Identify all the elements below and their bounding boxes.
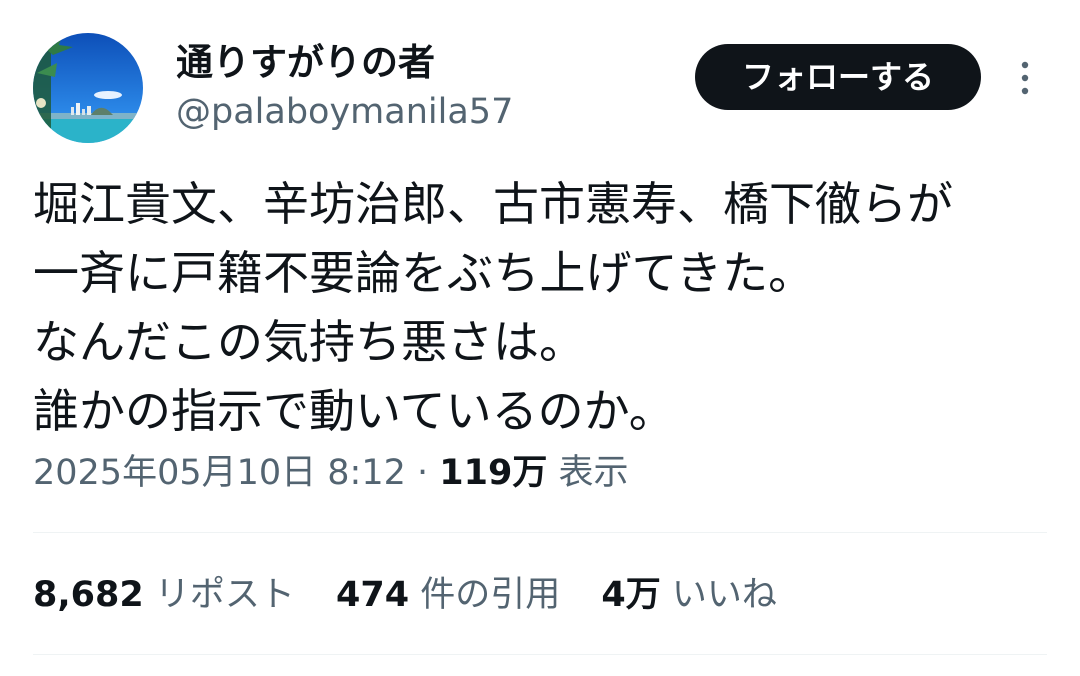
- divider: [33, 532, 1047, 533]
- reposts-label: リポスト: [154, 575, 295, 615]
- divider: [33, 654, 1047, 655]
- views-count: 119万: [439, 453, 548, 493]
- tweet-text: 堀江貴文、辛坊治郎、古市憲寿、橋下徹らが 一斉に戸籍不要論をぶち上げてきた。 な…: [33, 170, 1053, 446]
- engagement-stats: 8,682 リポスト 474 件の引用 4万 いいね: [33, 570, 807, 620]
- more-vertical-icon[interactable]: [1013, 58, 1037, 98]
- beach-skyline-avatar-icon: [33, 33, 143, 143]
- likes-count: 4万: [601, 575, 661, 615]
- reposts-stat[interactable]: 8,682 リポスト: [33, 570, 295, 620]
- tweet-timestamp[interactable]: 2025年05月10日 8:12: [33, 453, 406, 493]
- likes-stat[interactable]: 4万 いいね: [601, 570, 777, 620]
- tweet-meta: 2025年05月10日 8:12 · 119万 表示: [33, 448, 628, 498]
- tweet-text-line: 誰かの指示で動いているのか。: [33, 384, 675, 438]
- tweet-text-line: なんだこの気持ち悪さは。: [33, 315, 585, 369]
- quotes-label: 件の引用: [420, 575, 561, 615]
- tweet-text-line: 堀江貴文、辛坊治郎、古市憲寿、橋下徹らが: [33, 177, 953, 231]
- meta-separator: ·: [405, 453, 440, 493]
- author-handle[interactable]: @palaboymanila57: [176, 90, 513, 134]
- quotes-stat[interactable]: 474 件の引用: [336, 570, 560, 620]
- likes-label: いいね: [671, 575, 777, 615]
- quotes-count: 474: [336, 575, 410, 615]
- follow-button[interactable]: フォローする: [695, 44, 981, 110]
- views-label: 表示: [558, 453, 629, 493]
- author-display-name[interactable]: 通りすがりの者: [176, 40, 435, 86]
- reposts-count: 8,682: [33, 575, 144, 615]
- tweet-card: 通りすがりの者 @palaboymanila57 フォローする 堀江貴文、辛坊治…: [0, 0, 1080, 676]
- avatar[interactable]: [33, 33, 143, 143]
- tweet-text-line: 一斉に戸籍不要論をぶち上げてきた。: [33, 246, 815, 300]
